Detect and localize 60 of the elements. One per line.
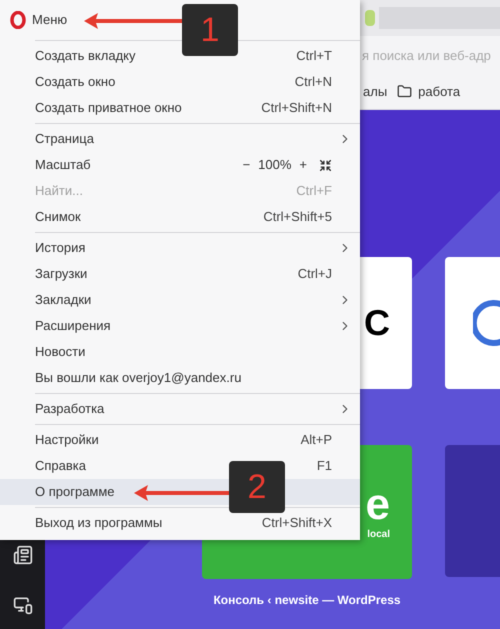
menu-item[interactable]: Страница	[0, 126, 360, 152]
menu-item-label: Создать приватное окно	[35, 99, 182, 118]
address-field[interactable]: я поиска или веб-адр	[362, 42, 498, 68]
menu-item-label: Настройки	[35, 431, 99, 450]
menu-item-label: История	[35, 239, 86, 258]
menu-item[interactable]: Вы вошли как overjoy1@yandex.ru	[0, 365, 360, 391]
fullscreen-icon[interactable]	[319, 158, 332, 172]
menu-item[interactable]: Настройки Alt+P	[0, 427, 360, 453]
menu-item[interactable]: Создать приватное окно Ctrl+Shift+N	[0, 95, 360, 121]
bookmark-link[interactable]: алы	[363, 82, 388, 102]
annotation-badge: 2	[229, 461, 285, 513]
menu-item[interactable]: Новости	[0, 339, 360, 365]
menu-item[interactable]: Выход из программы Ctrl+Shift+X	[0, 510, 360, 536]
shortcut-text: Ctrl+Shift+5	[263, 208, 332, 226]
menu-item-label: Создать вкладку	[35, 47, 136, 66]
shortcut-text: Alt+P	[300, 431, 332, 450]
menu-item-label: Снимок	[35, 208, 81, 226]
menu-item[interactable]: Загрузки Ctrl+J	[0, 261, 360, 287]
menu-item-label: Расширения	[35, 317, 111, 336]
tile-logo-subtext: local	[367, 528, 390, 542]
menu-title: Меню	[32, 11, 68, 30]
tile-logo-letter: C	[364, 305, 390, 341]
menu-item-label: Загрузки	[35, 265, 88, 284]
menu-item-label: Найти...	[35, 182, 83, 200]
bookmark-folder[interactable]: работа	[397, 82, 460, 102]
zoom-value: 100%	[257, 156, 292, 174]
menu-item[interactable]: История	[0, 235, 360, 261]
menu-item-label: Страница	[35, 130, 94, 148]
menu-item-label: Выход из программы	[35, 514, 162, 532]
news-icon[interactable]	[12, 545, 32, 565]
shortcut-text: Ctrl+T	[296, 47, 332, 66]
tile-logo-text: e	[366, 482, 390, 526]
menu-item-label: Новости	[35, 343, 86, 362]
menu-item-label: Масштаб	[35, 156, 91, 174]
zoom-in-button[interactable]: +	[295, 155, 311, 175]
zoom-out-button[interactable]: −	[238, 155, 254, 175]
shortcut-text: Ctrl+F	[296, 182, 332, 200]
tile-caption: Консоль ‹ newsite — WordPress	[213, 592, 401, 609]
folder-icon	[397, 84, 412, 99]
tab-favicon-icon	[365, 10, 376, 26]
shortcut-text: Ctrl+Shift+N	[261, 99, 332, 118]
menu-item[interactable]: Расширения	[0, 313, 360, 339]
devices-icon[interactable]	[12, 595, 32, 615]
menu-item[interactable]: Масштаб − 100% +	[0, 152, 360, 178]
menu-item-label: О программе	[35, 483, 115, 502]
menu-item-label: Закладки	[35, 291, 92, 310]
menu-item[interactable]: Создать окно Ctrl+N	[0, 69, 360, 95]
browser-logo-icon	[10, 11, 26, 29]
menu-item[interactable]: Разработка	[0, 396, 360, 422]
menu-item-label: Создать окно	[35, 73, 116, 92]
menu-item-label: Справка	[35, 457, 86, 476]
shortcut-text: Ctrl+Shift+X	[262, 514, 332, 532]
shortcut-text: F1	[316, 457, 332, 476]
menu-item-label: Разработка	[35, 400, 104, 418]
shortcut-text: Ctrl+N	[294, 73, 332, 92]
menu-item[interactable]: Закладки	[0, 287, 360, 313]
menu-item-label: Вы вошли как overjoy1@yandex.ru	[35, 369, 242, 388]
menu-item[interactable]: Снимок Ctrl+Shift+5	[0, 204, 360, 230]
annotation-badge: 1	[182, 4, 238, 56]
shortcut-text: Ctrl+J	[298, 265, 332, 284]
